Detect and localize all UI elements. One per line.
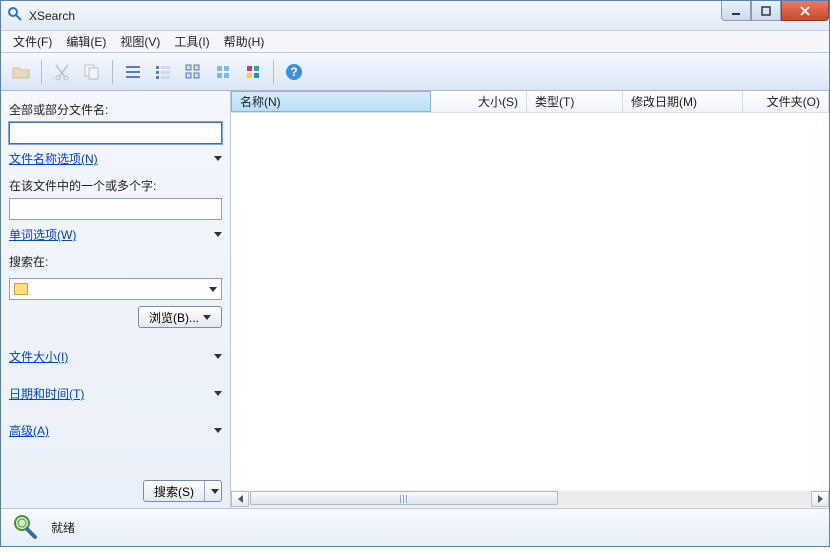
separator: [273, 60, 274, 84]
view-thumbnails-icon[interactable]: [239, 58, 267, 86]
menu-help[interactable]: 帮助(H): [218, 31, 271, 52]
svg-text:?: ?: [290, 65, 297, 79]
search-status-icon: [11, 512, 39, 543]
app-icon: [7, 6, 23, 25]
chevron-down-icon: [209, 287, 217, 292]
column-name[interactable]: 名称(N): [231, 91, 431, 112]
scroll-track[interactable]: [250, 491, 810, 507]
scroll-right-button[interactable]: [811, 491, 829, 507]
menu-view[interactable]: 视图(V): [114, 31, 166, 52]
chevron-down-icon[interactable]: [214, 428, 222, 433]
results-pane: 名称(N) 大小(S) 类型(T) 修改日期(M) 文件夹(O): [231, 91, 829, 508]
scroll-thumb[interactable]: [250, 491, 558, 505]
results-body: [231, 113, 829, 490]
chevron-down-icon[interactable]: [214, 156, 222, 161]
column-headers: 名称(N) 大小(S) 类型(T) 修改日期(M) 文件夹(O): [231, 91, 829, 113]
separator: [41, 60, 42, 84]
menu-edit[interactable]: 编辑(E): [60, 31, 112, 52]
toolbar: ?: [1, 53, 829, 91]
column-date[interactable]: 修改日期(M): [623, 91, 743, 112]
menu-tools[interactable]: 工具(I): [168, 31, 215, 52]
filename-options-link[interactable]: 文件名称选项(N): [9, 150, 98, 167]
filename-input[interactable]: [9, 122, 222, 144]
menubar: 文件(F) 编辑(E) 视图(V) 工具(I) 帮助(H): [1, 31, 829, 53]
advanced-link[interactable]: 高级(A): [9, 422, 49, 439]
word-options-link[interactable]: 单词选项(W): [9, 226, 76, 243]
content-label: 在该文件中的一个或多个字:: [9, 177, 222, 194]
view-details-icon[interactable]: [119, 58, 147, 86]
datetime-link[interactable]: 日期和时间(T): [9, 385, 84, 402]
view-small-icons-icon[interactable]: [179, 58, 207, 86]
horizontal-scrollbar[interactable]: [231, 490, 829, 508]
content-input[interactable]: [9, 198, 222, 220]
search-sidebar: 全部或部分文件名: 文件名称选项(N) 在该文件中的一个或多个字: 单词选项(W…: [1, 91, 231, 508]
chevron-down-icon[interactable]: [214, 232, 222, 237]
search-in-label: 搜索在:: [9, 253, 222, 270]
help-icon[interactable]: ?: [280, 58, 308, 86]
chevron-down-icon[interactable]: [214, 354, 222, 359]
menu-file[interactable]: 文件(F): [7, 31, 58, 52]
column-size[interactable]: 大小(S): [431, 91, 527, 112]
column-folder[interactable]: 文件夹(O): [743, 91, 829, 112]
cut-icon[interactable]: [48, 58, 76, 86]
search-button-label: 搜索(S): [144, 481, 205, 501]
filesize-link[interactable]: 文件大小(I): [9, 348, 68, 365]
search-in-select[interactable]: [9, 278, 222, 300]
chevron-down-icon: [203, 315, 211, 320]
search-button[interactable]: 搜索(S): [143, 480, 222, 502]
maximize-button[interactable]: [751, 1, 781, 21]
window-title: XSearch: [29, 9, 75, 23]
browse-button[interactable]: 浏览(B)...: [138, 306, 222, 328]
separator: [112, 60, 113, 84]
minimize-button[interactable]: [721, 1, 751, 21]
filename-label: 全部或部分文件名:: [9, 101, 222, 118]
statusbar: 就绪: [1, 508, 829, 546]
chevron-down-icon[interactable]: [214, 391, 222, 396]
search-button-dropdown[interactable]: [205, 489, 221, 494]
status-text: 就绪: [51, 519, 75, 536]
scroll-left-button[interactable]: [231, 491, 249, 507]
open-icon[interactable]: [7, 58, 35, 86]
folder-icon: [14, 283, 28, 295]
copy-icon[interactable]: [78, 58, 106, 86]
column-type[interactable]: 类型(T): [527, 91, 623, 112]
titlebar: XSearch: [1, 1, 829, 31]
close-button[interactable]: [781, 1, 829, 21]
view-list-icon[interactable]: [149, 58, 177, 86]
view-large-icons-icon[interactable]: [209, 58, 237, 86]
browse-button-label: 浏览(B)...: [149, 309, 199, 326]
